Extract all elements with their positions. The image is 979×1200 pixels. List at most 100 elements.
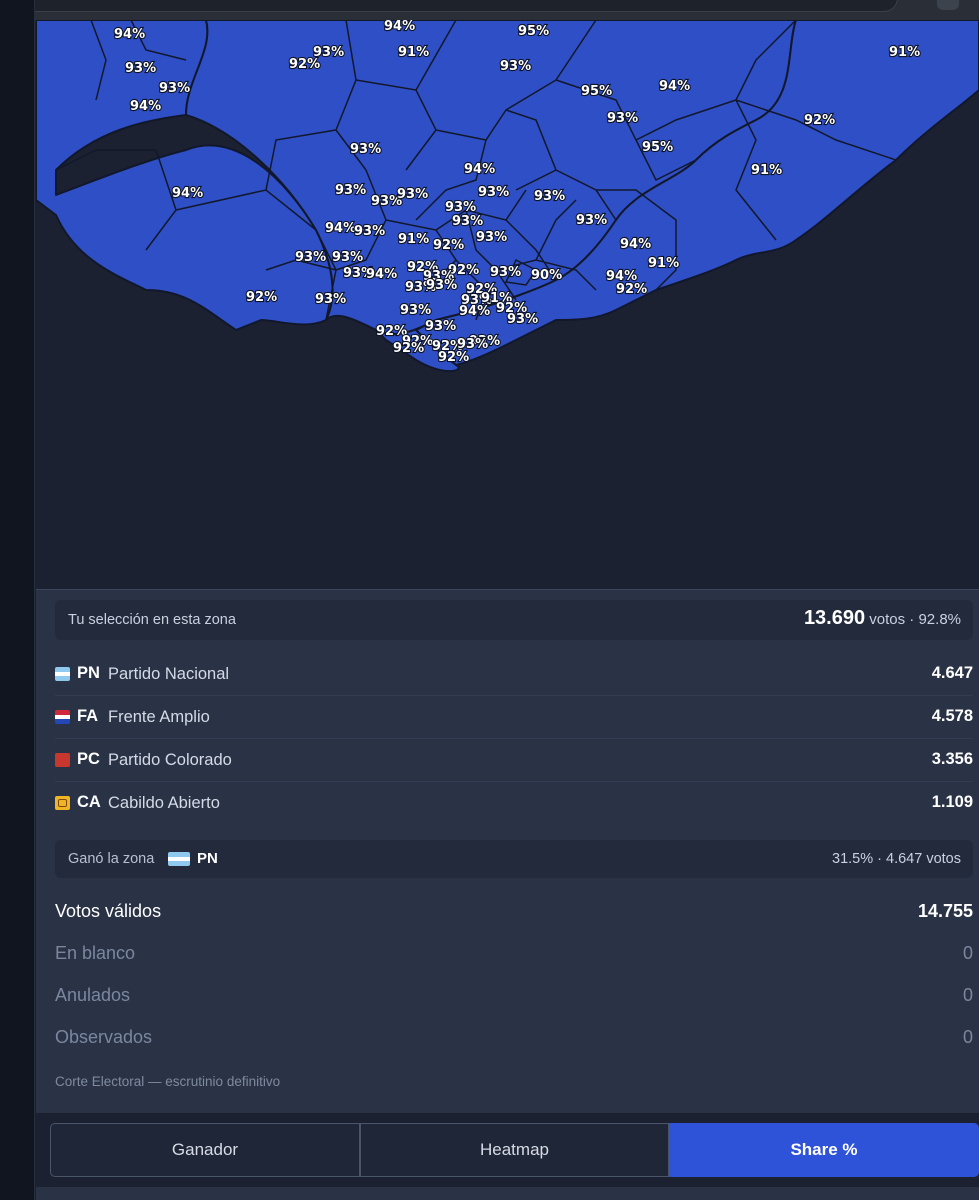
blank-votes-row: En blanco 0 bbox=[55, 943, 973, 973]
selection-votes-number: 13.690 bbox=[803, 607, 866, 629]
party-abbr: PN bbox=[77, 664, 100, 682]
map-share-label: 94% bbox=[325, 221, 356, 236]
map-share-label: 93% bbox=[507, 312, 538, 327]
map-share-label: 93% bbox=[335, 183, 366, 198]
map-share-label: 93% bbox=[534, 189, 565, 204]
valid-votes-value: 14.755 bbox=[917, 901, 973, 921]
zone-detail-panel: Tu selección en esta zona 13.690 votos ·… bbox=[36, 589, 979, 1113]
map-share-label: 90% bbox=[531, 268, 562, 283]
fa-flag-icon bbox=[55, 710, 70, 724]
map-share-label: 91% bbox=[398, 232, 429, 247]
party-row-fa[interactable]: FA Frente Amplio 4.578 bbox=[55, 696, 973, 739]
map-share-label: 92% bbox=[289, 57, 320, 72]
party-votes: 4.647 bbox=[931, 664, 973, 682]
map-share-label: 94% bbox=[114, 27, 145, 42]
valid-votes-row: Votos válidos 14.755 bbox=[55, 901, 973, 931]
observed-votes-label: Observados bbox=[55, 1027, 153, 1047]
observed-votes-row: Observados 0 bbox=[55, 1027, 973, 1057]
browser-top-bar bbox=[0, 0, 979, 20]
map-share-label: 93% bbox=[452, 214, 483, 229]
party-abbr: PC bbox=[77, 750, 100, 768]
zone-winner: Ganó la zona PN 31.5% · 4.647 votos bbox=[55, 840, 973, 878]
pc-flag-icon bbox=[55, 753, 70, 767]
observed-votes-value: 0 bbox=[962, 1027, 973, 1047]
party-name: Frente Amplio bbox=[108, 708, 210, 726]
map-share-label: 93% bbox=[397, 187, 428, 202]
blank-votes-value: 0 bbox=[962, 943, 973, 963]
party-row-ca[interactable]: CA Cabildo Abierto 1.109 bbox=[55, 782, 973, 825]
map-share-label: 92% bbox=[246, 290, 277, 305]
map-share-label: 92% bbox=[616, 282, 647, 297]
map-share-label: 93% bbox=[159, 81, 190, 96]
map-share-label: 93% bbox=[607, 111, 638, 126]
map-share-label: 92% bbox=[433, 238, 464, 253]
winner-summary: 31.5% · 4.647 votos bbox=[832, 851, 961, 867]
map-share-label: 94% bbox=[366, 267, 397, 282]
map-share-label: 95% bbox=[581, 84, 612, 99]
extensions-icon[interactable] bbox=[937, 0, 959, 10]
selection-label: Tu selección en esta zona bbox=[68, 612, 236, 628]
party-name: Partido Colorado bbox=[108, 751, 232, 769]
map-share-label: 93% bbox=[490, 265, 521, 280]
map-share-label: 92% bbox=[438, 350, 469, 365]
map-share-label: 91% bbox=[648, 256, 679, 271]
party-abbr: CA bbox=[77, 793, 101, 811]
map-share-label: 93% bbox=[400, 303, 431, 318]
tab-ganador[interactable]: Ganador bbox=[50, 1123, 360, 1177]
map-share-label: 95% bbox=[518, 24, 549, 39]
panel-bottom-edge bbox=[36, 1187, 979, 1200]
pn-flag-icon bbox=[168, 852, 190, 866]
map-share-label: 93% bbox=[576, 213, 607, 228]
map-share-label: 95% bbox=[642, 140, 673, 155]
left-sidebar bbox=[0, 0, 35, 1200]
pn-flag-icon bbox=[55, 667, 70, 681]
blank-votes-label: En blanco bbox=[55, 943, 136, 963]
map-share-label: 94% bbox=[464, 162, 495, 177]
null-votes-value: 0 bbox=[962, 985, 973, 1005]
map-share-label: 93% bbox=[426, 278, 457, 293]
party-votes: 1.109 bbox=[931, 793, 973, 811]
map-share-label: 92% bbox=[804, 113, 835, 128]
data-source-note: Corte Electoral — escrutinio definitivo bbox=[55, 1074, 281, 1089]
party-row-pn[interactable]: PN Partido Nacional 4.647 bbox=[55, 653, 973, 696]
share-map[interactable]: 94% 94% 95% 91% 93% 92% 91% 93% 93% 93% 95% 94% 94% 9… bbox=[36, 20, 979, 588]
map-share-label: 93% bbox=[445, 200, 476, 215]
map-share-label: 93% bbox=[500, 59, 531, 74]
map-share-label: 91% bbox=[398, 45, 429, 60]
tab-heatmap[interactable]: Heatmap bbox=[360, 1123, 669, 1177]
winner-label: Ganó la zona bbox=[68, 851, 155, 867]
null-votes-label: Anulados bbox=[55, 985, 131, 1005]
ca-flag-icon bbox=[55, 796, 70, 810]
map-svg[interactable]: 94%94% 95%91%93%92%91%93% 93%93% 95% 94%94%9… bbox=[36, 20, 979, 588]
map-share-label: 93% bbox=[478, 185, 509, 200]
map-share-label: 94% bbox=[659, 79, 690, 94]
party-row-pc[interactable]: PC Partido Colorado 3.356 bbox=[55, 739, 973, 782]
winner-abbr: PN bbox=[197, 850, 218, 867]
map-share-label: 94% bbox=[459, 304, 490, 319]
map-share-label: 92% bbox=[393, 341, 424, 356]
party-abbr: FA bbox=[77, 707, 99, 725]
map-share-label: 93% bbox=[476, 230, 507, 245]
selection-total: 13.690 votos · 92.8% bbox=[804, 607, 961, 630]
map-share-label: 93% bbox=[425, 319, 456, 334]
map-share-label: 94% bbox=[620, 237, 651, 252]
address-bar[interactable] bbox=[0, 0, 898, 12]
map-share-label: 91% bbox=[889, 45, 920, 60]
party-name: Partido Nacional bbox=[108, 665, 230, 683]
map-share-label: 93% bbox=[332, 250, 363, 265]
map-share-label: 93% bbox=[125, 61, 156, 76]
selection-votes-suffix: votos · 92.8% bbox=[869, 611, 961, 628]
map-share-label: 93% bbox=[354, 224, 385, 239]
selection-summary: Tu selección en esta zona 13.690 votos ·… bbox=[55, 600, 973, 640]
map-share-label: 94% bbox=[130, 99, 161, 114]
null-votes-row: Anulados 0 bbox=[55, 985, 973, 1015]
party-name: Cabildo Abierto bbox=[108, 794, 220, 812]
map-share-label: 94% bbox=[384, 20, 415, 34]
view-mode-tabs: Ganador Heatmap Share % bbox=[36, 1113, 979, 1187]
map-share-label: 94% bbox=[172, 186, 203, 201]
map-share-label: 91% bbox=[751, 163, 782, 178]
map-share-label: 93% bbox=[315, 292, 346, 307]
tab-share[interactable]: Share % bbox=[669, 1123, 979, 1177]
valid-votes-label: Votos válidos bbox=[55, 901, 162, 921]
map-share-label: 93% bbox=[350, 142, 381, 157]
